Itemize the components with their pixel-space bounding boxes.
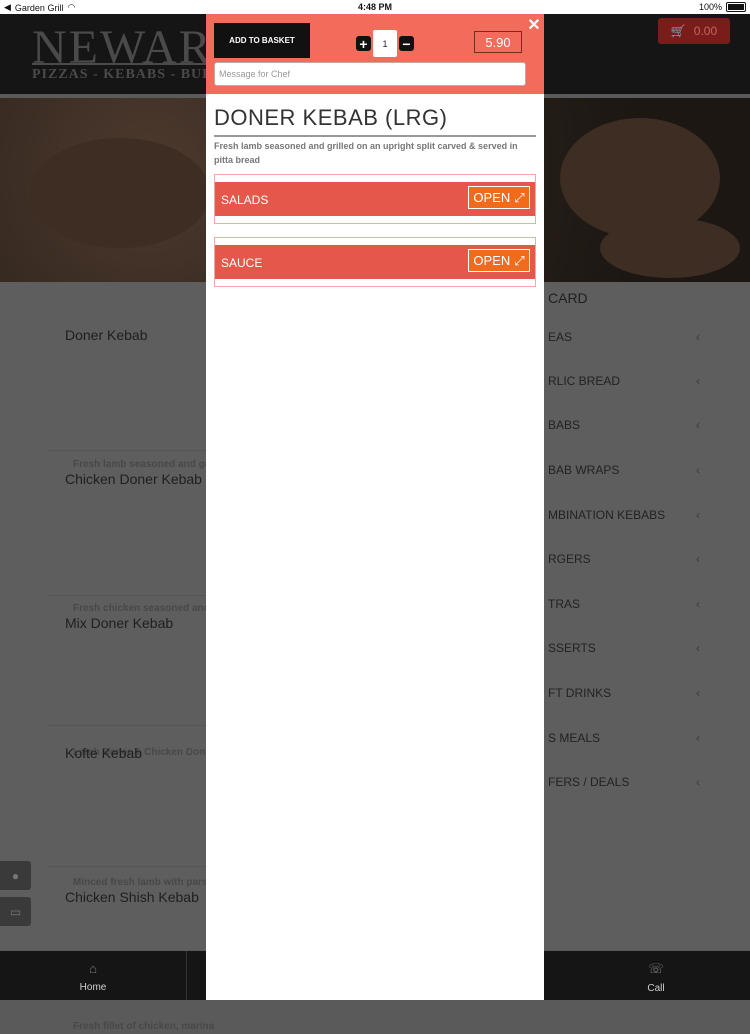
chevron-icon: ‹ bbox=[696, 508, 700, 522]
chevron-icon: ‹ bbox=[696, 686, 700, 700]
product-description: Fresh lamb seasoned and grilled on an up… bbox=[214, 141, 518, 165]
option-label: SAUCE bbox=[221, 256, 263, 270]
category-item[interactable]: BABS ‹ bbox=[548, 418, 700, 432]
chevron-icon: ‹ bbox=[696, 597, 700, 611]
product-title: DONER KEBAB (LRG) bbox=[214, 105, 448, 130]
nav-home[interactable]: ⌂ Home bbox=[0, 951, 186, 1000]
chevron-icon: ‹ bbox=[696, 552, 700, 566]
status-time: 4:48 PM bbox=[357, 2, 392, 12]
plus-icon[interactable]: + bbox=[356, 36, 371, 51]
home-icon: ⌂ bbox=[89, 961, 97, 976]
nav-call-label: Call bbox=[647, 983, 665, 994]
chevron-icon: ‹ bbox=[696, 775, 700, 789]
quantity-field[interactable]: 1 bbox=[373, 30, 397, 57]
contact-card-button[interactable]: ▭ bbox=[0, 897, 31, 926]
category-label: TRAS bbox=[548, 597, 581, 611]
item-name: Doner Kebab bbox=[65, 327, 148, 343]
chevron-icon: ‹ bbox=[696, 641, 700, 655]
cart-total: 0.00 bbox=[693, 24, 718, 38]
option-label: SALADS bbox=[221, 193, 269, 207]
nav-home-label: Home bbox=[79, 982, 107, 993]
nav-call[interactable]: ☏ Call bbox=[562, 951, 750, 1000]
category-item[interactable]: RLIC BREAD ‹ bbox=[548, 374, 700, 388]
list-item[interactable]: Kofte Kebab Minced fresh lamb with parsl… bbox=[65, 745, 284, 888]
basket-icon: 🛒 bbox=[670, 24, 686, 38]
category-item[interactable]: SSERTS ‹ bbox=[548, 641, 700, 655]
minus-icon[interactable]: − bbox=[399, 36, 414, 51]
cart-button[interactable]: 🛒 0.00 bbox=[658, 18, 730, 44]
product-modal: ADD TO BASKET + 1 − 5.90 ✕ DONER KEBAB (… bbox=[206, 14, 544, 1000]
category-label: FERS / DEALS bbox=[548, 775, 630, 789]
category-label: S MEALS bbox=[548, 731, 601, 745]
quantity-stepper: + 1 − bbox=[356, 30, 414, 57]
divider bbox=[48, 866, 208, 867]
category-item[interactable]: S MEALS ‹ bbox=[548, 731, 700, 745]
category-item[interactable]: RGERS ‹ bbox=[548, 552, 700, 566]
option-bar[interactable]: SALADS OPEN ⤢ bbox=[215, 182, 535, 216]
open-button[interactable]: OPEN ⤢ bbox=[468, 186, 530, 209]
option-bar[interactable]: SAUCE OPEN ⤢ bbox=[215, 245, 535, 279]
id-card-icon: ▭ bbox=[9, 904, 22, 919]
logo-tagline: PIZZAS - KEBABS - BUR bbox=[32, 63, 214, 83]
item-name: Kofte Kebab bbox=[65, 745, 143, 761]
category-label: EAS bbox=[548, 330, 573, 344]
expand-icon: ⤢ bbox=[514, 189, 525, 205]
status-bar: ◀ Garden Grill ◠ 4:48 PM 100% bbox=[0, 0, 750, 14]
item-name: Mix Doner Kebab bbox=[65, 615, 174, 631]
open-button-label: OPEN bbox=[473, 190, 511, 205]
item-name: Chicken Doner Kebab bbox=[65, 471, 202, 487]
category-label: SSERTS bbox=[548, 641, 596, 655]
category-title: CARD bbox=[548, 290, 588, 306]
title-divider bbox=[214, 135, 536, 137]
category-item[interactable]: BAB WRAPS ‹ bbox=[548, 463, 700, 477]
option-group-sauce: SAUCE OPEN ⤢ bbox=[214, 237, 536, 287]
category-item[interactable]: MBINATION KEBABS ‹ bbox=[548, 508, 700, 522]
add-to-basket-button[interactable]: ADD TO BASKET bbox=[214, 23, 310, 58]
battery-icon bbox=[726, 2, 746, 12]
open-button-label: OPEN bbox=[473, 253, 511, 268]
category-item[interactable]: EAS ‹ bbox=[548, 330, 700, 344]
price-display: 5.90 bbox=[474, 31, 522, 53]
open-button[interactable]: OPEN ⤢ bbox=[468, 249, 530, 272]
list-item[interactable]: Chicken Doner Kebab Fresh chicken season… bbox=[65, 471, 249, 614]
category-label: RLIC BREAD bbox=[548, 374, 621, 388]
user-button[interactable]: ● bbox=[0, 861, 31, 890]
category-item[interactable]: TRAS ‹ bbox=[548, 597, 700, 611]
chef-message-input[interactable] bbox=[214, 62, 526, 86]
chevron-icon: ‹ bbox=[696, 374, 700, 388]
item-desc: Fresh fillet of chicken, marina bbox=[73, 1021, 215, 1032]
phone-icon: ☏ bbox=[647, 961, 665, 976]
divider bbox=[186, 951, 187, 1000]
category-label: MBINATION KEBABS bbox=[548, 508, 666, 522]
divider bbox=[48, 595, 208, 596]
category-label: BAB WRAPS bbox=[548, 463, 620, 477]
item-name: Chicken Shish Kebab bbox=[65, 889, 199, 905]
chevron-icon: ‹ bbox=[696, 731, 700, 745]
list-item[interactable]: Doner Kebab Fresh lamb seasoned and gril… bbox=[65, 327, 244, 470]
category-item[interactable]: FERS / DEALS ‹ bbox=[548, 775, 700, 789]
category-label: FT DRINKS bbox=[548, 686, 612, 700]
chevron-icon: ‹ bbox=[696, 418, 700, 432]
expand-icon: ⤢ bbox=[514, 252, 525, 268]
chevron-icon: ‹ bbox=[696, 330, 700, 344]
divider bbox=[48, 725, 208, 726]
category-label: BABS bbox=[548, 418, 581, 432]
modal-header: ADD TO BASKET + 1 − 5.90 ✕ bbox=[206, 14, 544, 94]
list-item[interactable]: Mix Doner Kebab Lamb Doner & Chicken Don… bbox=[65, 615, 225, 758]
category-item[interactable]: FT DRINKS ‹ bbox=[548, 686, 700, 700]
divider bbox=[48, 450, 208, 451]
list-item[interactable]: Chicken Shish Kebab Fresh fillet of chic… bbox=[65, 889, 225, 1032]
battery-percent: 100% bbox=[698, 2, 722, 12]
chevron-icon: ‹ bbox=[696, 463, 700, 477]
close-icon[interactable]: ✕ bbox=[526, 18, 542, 34]
category-label: RGERS bbox=[548, 552, 591, 566]
option-group-salads: SALADS OPEN ⤢ bbox=[214, 174, 536, 224]
user-icon: ● bbox=[11, 868, 20, 883]
